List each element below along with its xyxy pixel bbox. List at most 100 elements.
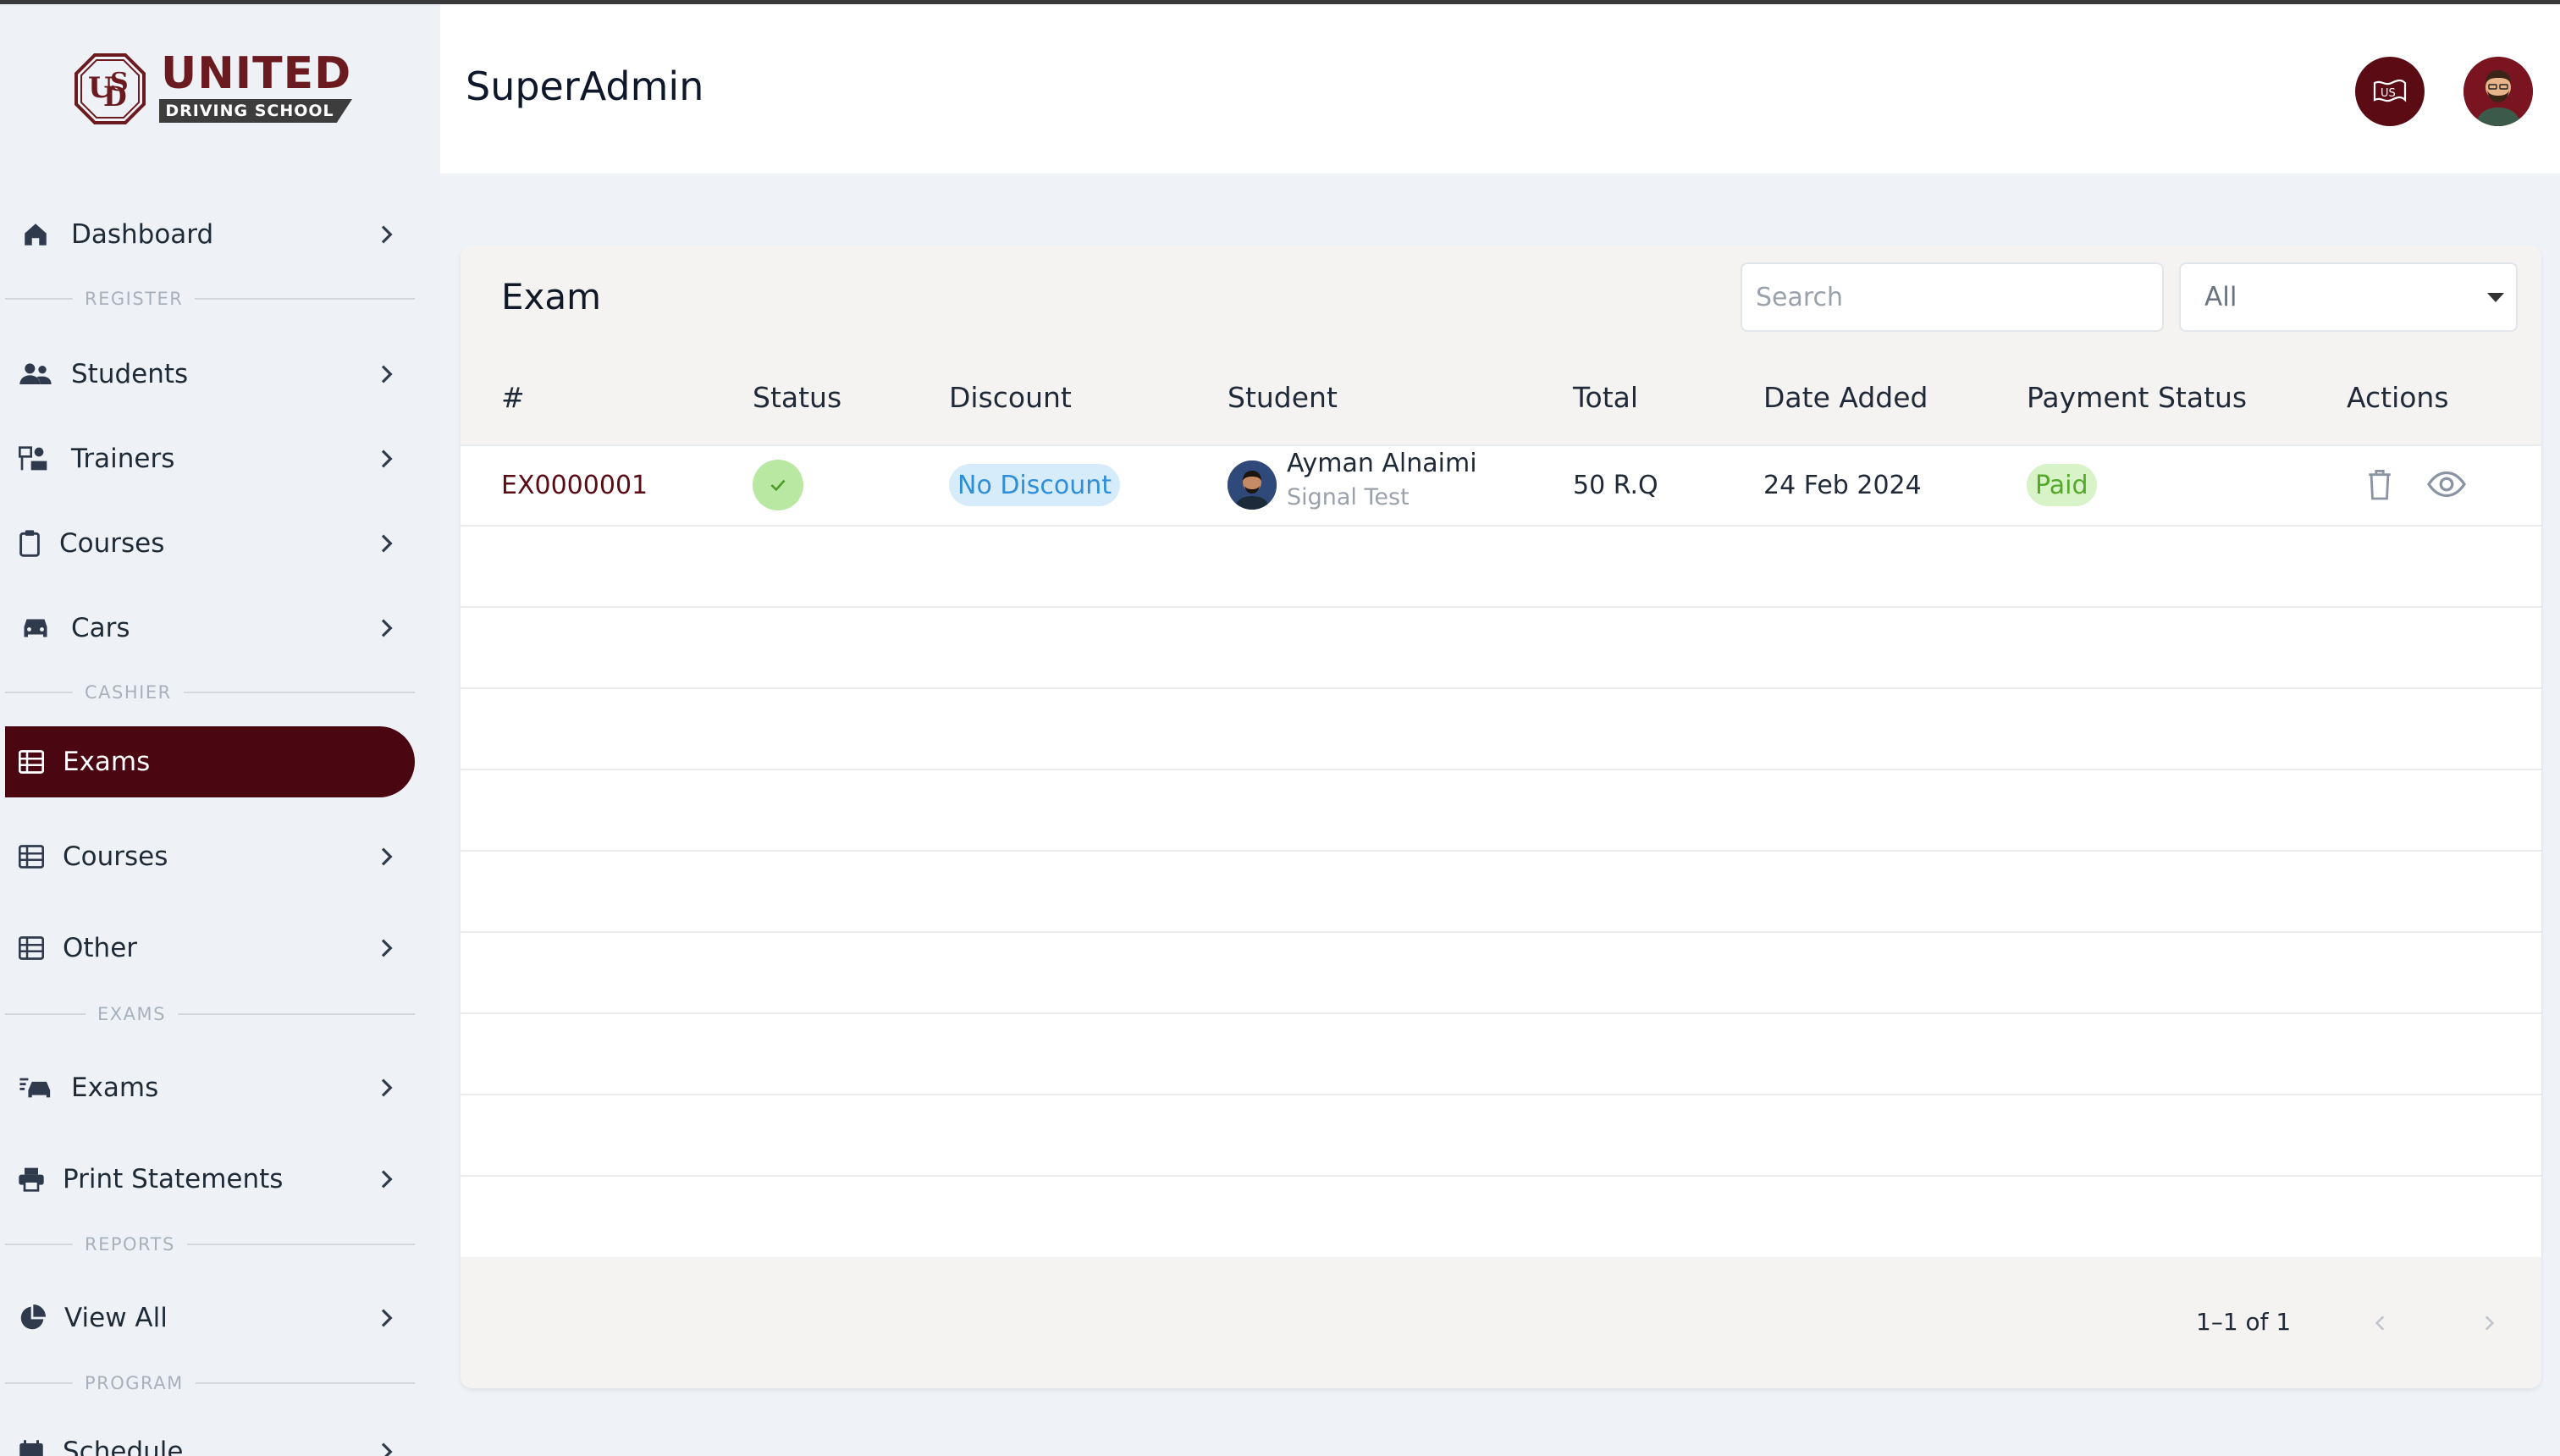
column-header-status[interactable]: Status — [753, 381, 841, 414]
brand-logo[interactable]: U D S UNITED DRIVING SCHOOL — [74, 48, 354, 130]
column-header-date-added[interactable]: Date Added — [1763, 381, 1928, 414]
sidebar-item-label: Schedule — [63, 1437, 184, 1456]
clipboard-icon — [17, 525, 42, 562]
top-header: SuperAdmin US — [440, 4, 2560, 174]
caret-down-icon — [2487, 293, 2504, 302]
chevron-right-icon — [381, 1170, 393, 1189]
sidebar-item-label: Courses — [59, 528, 165, 559]
chevron-right-icon — [381, 534, 393, 553]
table-icon — [17, 743, 46, 780]
row-divider — [461, 444, 2541, 446]
sidebar-item-trainers[interactable]: Trainers — [5, 423, 415, 494]
sidebar-item-label: Trainers — [71, 444, 175, 474]
chevron-right-icon — [381, 939, 393, 957]
sidebar-item-label: Other — [63, 933, 138, 963]
next-page-button[interactable] — [2463, 1298, 2514, 1348]
sidebar-item-courses[interactable]: Courses — [5, 508, 415, 579]
row-divider — [461, 606, 2541, 608]
sidebar-item-label: Exams — [71, 1073, 159, 1103]
exam-card: Exam All # Status Discount Student Total… — [461, 245, 2541, 1388]
column-header-id[interactable]: # — [501, 381, 525, 414]
sidebar-item-exams[interactable]: Exams — [5, 1052, 415, 1123]
chevron-right-icon — [381, 1309, 393, 1327]
row-divider — [461, 687, 2541, 689]
sidebar-item-label: Dashboard — [71, 219, 214, 250]
chevron-right-icon — [381, 1078, 393, 1097]
discount-badge: No Discount — [949, 464, 1121, 506]
chevron-right-icon — [381, 365, 393, 383]
row-divider — [461, 850, 2541, 852]
chevron-right-icon — [381, 1442, 393, 1456]
chevron-right-icon — [381, 449, 393, 468]
student-avatar — [1228, 461, 1277, 510]
svg-text:US: US — [2381, 87, 2396, 100]
sidebar-item-label: Cars — [71, 613, 130, 643]
student-exam-type: Signal Test — [1287, 484, 1410, 510]
sidebar-item-cashier-exams[interactable]: Exams — [5, 726, 415, 797]
date-added: 24 Feb 2024 — [1763, 471, 1922, 500]
section-reports: REPORTS — [5, 1232, 415, 1257]
car-icon — [17, 609, 54, 647]
total-amount: 50 R.Q — [1573, 471, 1658, 500]
column-header-discount[interactable]: Discount — [949, 381, 1072, 414]
chevron-right-icon — [381, 225, 393, 244]
row-divider — [461, 931, 2541, 933]
prev-page-button[interactable] — [2355, 1298, 2406, 1348]
chevron-left-icon — [2375, 1315, 2385, 1331]
home-icon — [17, 216, 54, 253]
sidebar-item-cars[interactable]: Cars — [5, 593, 415, 664]
printer-icon — [17, 1161, 46, 1198]
section-cashier: CASHIER — [5, 680, 415, 705]
pagination-info: 1–1 of 1 — [2196, 1308, 2292, 1336]
table-icon — [17, 838, 46, 875]
sidebar-item-label: Print Statements — [63, 1164, 284, 1194]
select-value: All — [2204, 282, 2237, 312]
language-button[interactable]: US — [2355, 57, 2425, 126]
chevron-right-icon — [2485, 1315, 2495, 1331]
brand-tagline: DRIVING SCHOOL — [165, 102, 334, 120]
row-divider — [461, 525, 2541, 527]
sidebar-item-label: View All — [64, 1303, 168, 1333]
exam-id-link[interactable]: EX0000001 — [501, 471, 648, 500]
user-avatar[interactable] — [2463, 57, 2533, 126]
status-check-icon — [753, 460, 803, 510]
users-icon — [17, 356, 54, 393]
trainer-icon — [17, 440, 54, 477]
sidebar-item-print-statements[interactable]: Print Statements — [5, 1144, 415, 1215]
sidebar-item-schedule[interactable]: Schedule — [5, 1416, 415, 1456]
brand-emblem-icon: U D S — [74, 53, 146, 124]
sidebar-item-label: Exams — [63, 747, 151, 777]
sidebar-item-view-all[interactable]: View All — [5, 1282, 415, 1354]
student-name: Ayman Alnaimi — [1287, 449, 1477, 478]
table-icon — [17, 929, 46, 967]
calendar-icon — [17, 1433, 46, 1456]
sidebar-item-cashier-other[interactable]: Other — [5, 913, 415, 984]
card-title: Exam — [501, 276, 602, 317]
row-divider — [461, 1094, 2541, 1095]
search-input[interactable] — [1741, 262, 2164, 332]
sidebar-item-label: Students — [71, 359, 189, 389]
column-header-total[interactable]: Total — [1573, 381, 1638, 414]
car-exam-icon — [17, 1069, 54, 1106]
column-header-payment-status[interactable]: Payment Status — [2027, 381, 2247, 414]
sidebar-item-students[interactable]: Students — [5, 339, 415, 410]
payment-status-badge: Paid — [2027, 464, 2097, 506]
page-title: SuperAdmin — [466, 63, 704, 109]
row-divider — [461, 1012, 2541, 1014]
sidebar-item-dashboard[interactable]: Dashboard — [5, 199, 415, 270]
section-exams: EXAMS — [5, 1001, 415, 1027]
row-divider — [461, 1175, 2541, 1177]
table-footer: 1–1 of 1 — [461, 1257, 2541, 1388]
sidebar-item-cashier-courses[interactable]: Courses — [5, 821, 415, 892]
us-flag-icon: US — [2373, 79, 2407, 102]
chevron-right-icon — [381, 847, 393, 866]
chevron-right-icon — [381, 619, 393, 637]
section-register: REGISTER — [5, 286, 415, 312]
delete-icon[interactable] — [2365, 467, 2394, 501]
pie-chart-icon — [17, 1299, 47, 1337]
section-program: PROGRAM — [5, 1371, 415, 1396]
view-eye-icon[interactable] — [2426, 469, 2467, 499]
column-header-student[interactable]: Student — [1228, 381, 1338, 414]
avatar-icon — [2463, 57, 2533, 126]
status-filter-select[interactable]: All — [2179, 262, 2518, 332]
